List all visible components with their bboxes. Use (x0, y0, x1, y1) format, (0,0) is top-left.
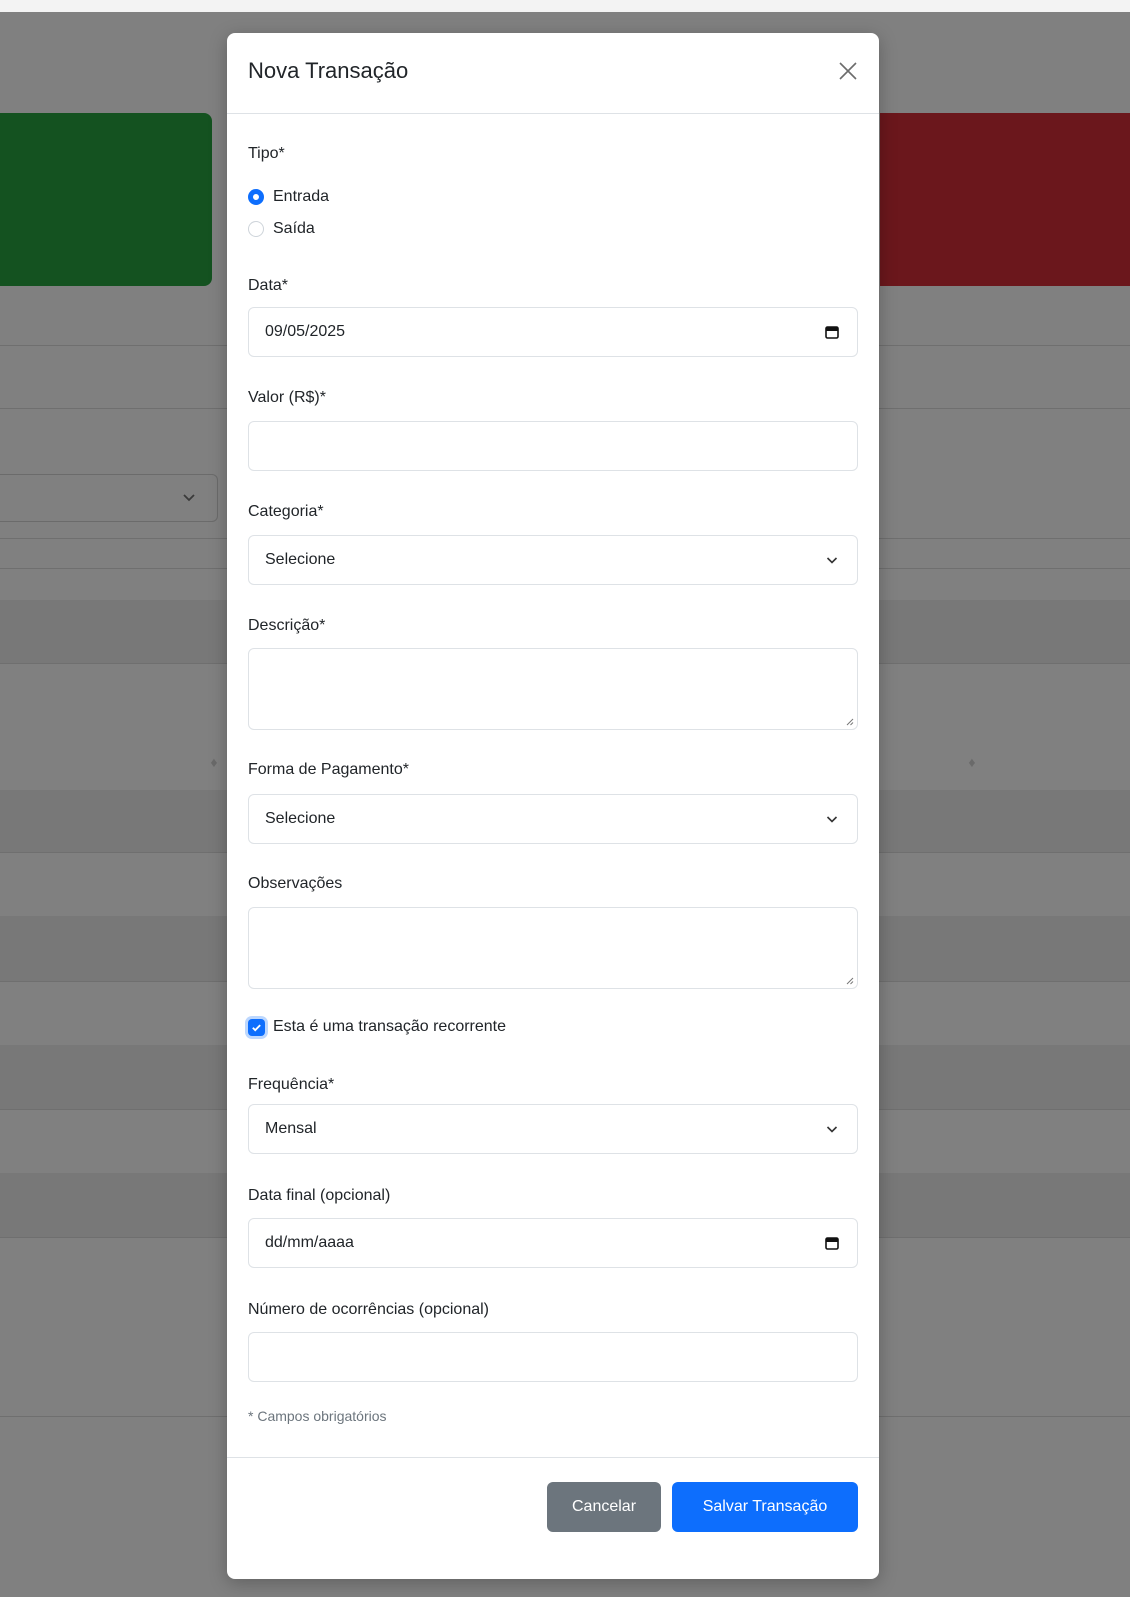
tipo-label: Tipo* (248, 145, 285, 162)
end-date-input[interactable]: dd/mm/aaaa (248, 1218, 858, 1268)
forma-pagamento-label: Forma de Pagamento* (248, 761, 409, 778)
amount-input[interactable] (248, 421, 858, 471)
category-select-value: Selecione (265, 551, 336, 568)
sort-icon: ♦ (210, 754, 218, 770)
occurrences-input[interactable] (248, 1332, 858, 1382)
calendar-icon[interactable] (824, 324, 840, 340)
chevron-down-icon (183, 494, 195, 502)
cancel-button[interactable]: Cancelar (547, 1482, 661, 1532)
data-label: Data* (248, 277, 289, 294)
end-date-placeholder: dd/mm/aaaa (265, 1234, 354, 1251)
date-input-value: 09/05/2025 (265, 323, 346, 340)
radio-checked-icon (248, 189, 264, 205)
checkbox-checked (248, 1018, 265, 1036)
resize-grip-icon[interactable] (844, 975, 854, 985)
backdrop-top-strip (0, 0, 1130, 12)
calendar-icon[interactable] (824, 1235, 840, 1251)
sort-icon: ♦ (968, 754, 976, 770)
checkmark-icon (252, 1023, 261, 1031)
save-transaction-button[interactable]: Salvar Transação (672, 1482, 858, 1532)
new-transaction-modal: Nova Transação Tipo* Entrada Saída Data*… (227, 33, 879, 1579)
categoria-label: Categoria* (248, 503, 324, 520)
frequencia-label: Frequência* (248, 1076, 335, 1093)
required-fields-note: * Campos obrigatórios (248, 1408, 387, 1424)
ocorrencias-label: Número de ocorrências (opcional) (248, 1301, 489, 1318)
expense-summary-card (880, 113, 1130, 286)
notes-textarea[interactable] (248, 907, 858, 989)
data-final-label: Data final (opcional) (248, 1187, 391, 1204)
radio-saida[interactable]: Saída (248, 218, 315, 240)
income-summary-card (0, 113, 212, 286)
radio-entrada[interactable]: Entrada (248, 186, 329, 208)
category-select[interactable]: Selecione (248, 535, 858, 585)
radio-saida-label: Saída (273, 220, 315, 237)
modal-title: Nova Transação (248, 58, 409, 83)
radio-unchecked-icon (248, 221, 264, 237)
chevron-down-icon (826, 816, 838, 823)
close-button[interactable] (836, 59, 860, 83)
descricao-label: Descrição* (248, 617, 326, 634)
description-textarea[interactable] (248, 648, 858, 730)
recurring-checkbox-label: Esta é uma transação recorrente (273, 1018, 507, 1035)
date-input[interactable]: 09/05/2025 (248, 307, 858, 357)
backdrop-filter-select (0, 474, 218, 522)
frequency-select[interactable]: Mensal (248, 1104, 858, 1154)
resize-grip-icon[interactable] (844, 716, 854, 726)
close-icon (839, 62, 857, 80)
payment-method-select[interactable]: Selecione (248, 794, 858, 844)
recurring-checkbox[interactable]: Esta é uma transação recorrente (248, 1018, 506, 1036)
frequency-select-value: Mensal (265, 1120, 317, 1137)
payment-method-select-value: Selecione (265, 810, 336, 827)
observacoes-label: Observações (248, 875, 343, 892)
modal-header: Nova Transação (227, 33, 879, 114)
chevron-down-icon (826, 1126, 838, 1133)
valor-label: Valor (R$)* (248, 389, 326, 406)
radio-entrada-label: Entrada (273, 188, 330, 205)
chevron-down-icon (826, 557, 838, 564)
